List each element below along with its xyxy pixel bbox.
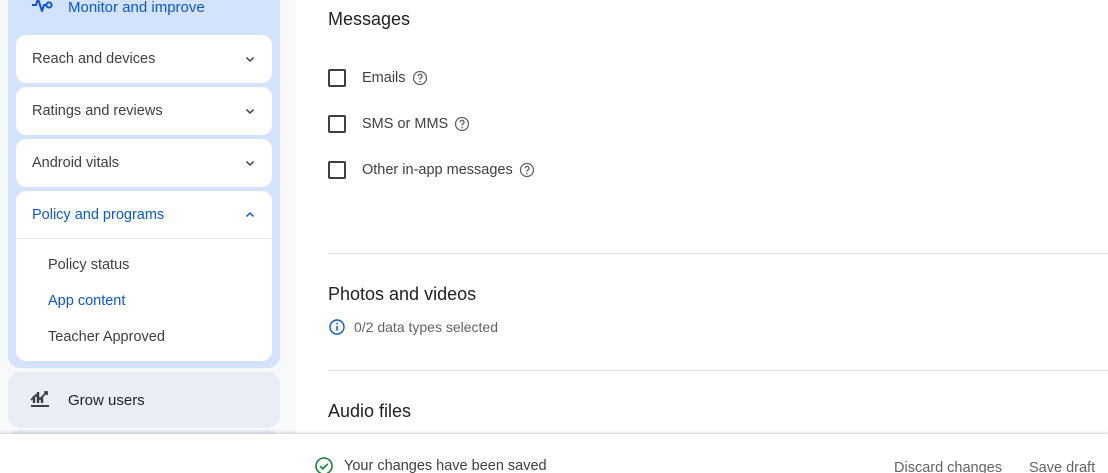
sms-option: SMS or MMS bbox=[328, 112, 470, 136]
photos-selection-status: 0/2 data types selected bbox=[328, 318, 498, 336]
info-icon bbox=[329, 319, 345, 335]
other-in-app-label: Other in-app messages bbox=[362, 162, 513, 178]
accordion-header[interactable]: Android vitals bbox=[16, 139, 272, 187]
accordion-ratings-and-reviews[interactable]: Ratings and reviews bbox=[16, 87, 272, 135]
sidebar-item-app-content[interactable]: App content bbox=[16, 283, 272, 319]
check-circle-icon bbox=[315, 457, 333, 473]
chevron-down-icon bbox=[245, 108, 255, 115]
section-divider bbox=[328, 370, 1108, 371]
messages-heading: Messages bbox=[328, 9, 411, 29]
chevron-up-icon bbox=[245, 211, 255, 217]
accordion-android-vitals[interactable]: Android vitals bbox=[16, 139, 272, 187]
section-divider bbox=[328, 253, 1108, 254]
save-bar: Your changes have been saved Discard cha… bbox=[0, 434, 1108, 473]
accordion-header[interactable]: Policy and programs bbox=[16, 191, 272, 239]
sidebar: Monitor and improve Reach and devices Ra… bbox=[0, 0, 296, 473]
accordion-label: Reach and devices bbox=[32, 51, 156, 67]
accordion-header[interactable]: Reach and devices bbox=[16, 35, 272, 83]
accordion-label: Policy and programs bbox=[32, 206, 165, 223]
main-content: Messages Emails SMS or MMS Other in-app … bbox=[296, 0, 1108, 434]
save-draft-button[interactable]: Save draft bbox=[1029, 460, 1095, 473]
accordion-policy-and-programs: Policy and programs Policy status App co… bbox=[16, 191, 272, 361]
grow-users-icon bbox=[28, 386, 52, 415]
save-status: Your changes have been saved bbox=[314, 456, 547, 473]
chevron-down-icon bbox=[245, 160, 255, 167]
emails-option: Emails bbox=[328, 66, 428, 90]
accordion-header[interactable]: Ratings and reviews bbox=[16, 87, 272, 135]
accordion-reach-and-devices[interactable]: Reach and devices bbox=[16, 35, 272, 83]
monitor-and-improve-header[interactable]: Monitor and improve bbox=[8, 0, 280, 16]
other-in-app-checkbox[interactable] bbox=[328, 161, 346, 179]
monitor-and-improve-label: Monitor and improve bbox=[68, 0, 205, 16]
emails-checkbox[interactable] bbox=[328, 69, 346, 87]
vitals-pulse-icon bbox=[30, 0, 54, 22]
other-in-app-option: Other in-app messages bbox=[328, 158, 535, 182]
audio-files-heading: Audio files bbox=[328, 401, 412, 421]
help-icon[interactable] bbox=[412, 70, 428, 86]
discard-changes-button[interactable]: Discard changes bbox=[894, 460, 1002, 473]
accordion-label: Ratings and reviews bbox=[32, 103, 163, 119]
photos-selection-text: 0/2 data types selected bbox=[354, 319, 498, 335]
save-status-text: Your changes have been saved bbox=[344, 458, 547, 473]
grow-users-label: Grow users bbox=[68, 391, 145, 409]
sms-label: SMS or MMS bbox=[362, 116, 449, 132]
emails-label: Emails bbox=[362, 70, 406, 86]
monitor-and-improve-section: Monitor and improve Reach and devices Ra… bbox=[8, 0, 280, 368]
accordion-label: Android vitals bbox=[32, 155, 120, 171]
sidebar-item-policy-status[interactable]: Policy status bbox=[16, 247, 272, 283]
chevron-down-icon bbox=[245, 56, 255, 63]
grow-users-section[interactable]: Grow users bbox=[8, 372, 280, 428]
sidebar-item-teacher-approved[interactable]: Teacher Approved bbox=[16, 319, 272, 355]
photos-and-videos-heading: Photos and videos bbox=[328, 284, 477, 304]
sms-checkbox[interactable] bbox=[328, 115, 346, 133]
help-icon[interactable] bbox=[519, 162, 535, 178]
help-icon[interactable] bbox=[454, 116, 470, 132]
